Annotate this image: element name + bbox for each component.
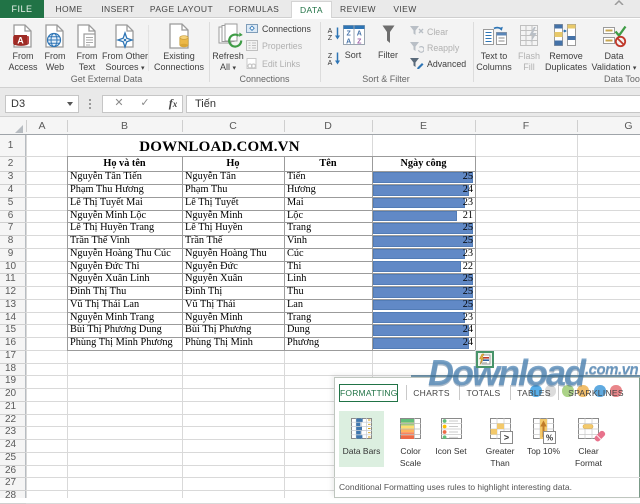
svg-text:Z: Z [347,31,352,38]
svg-text:Z: Z [328,35,333,40]
svg-text:>: > [504,433,509,443]
svg-text:A: A [357,31,362,38]
svg-text:%: % [546,434,553,443]
svg-text:A: A [346,39,351,46]
svg-text:A: A [17,36,24,46]
svg-text:Z: Z [357,39,362,46]
svg-text:A: A [328,60,333,65]
svg-text:A: A [328,28,333,35]
